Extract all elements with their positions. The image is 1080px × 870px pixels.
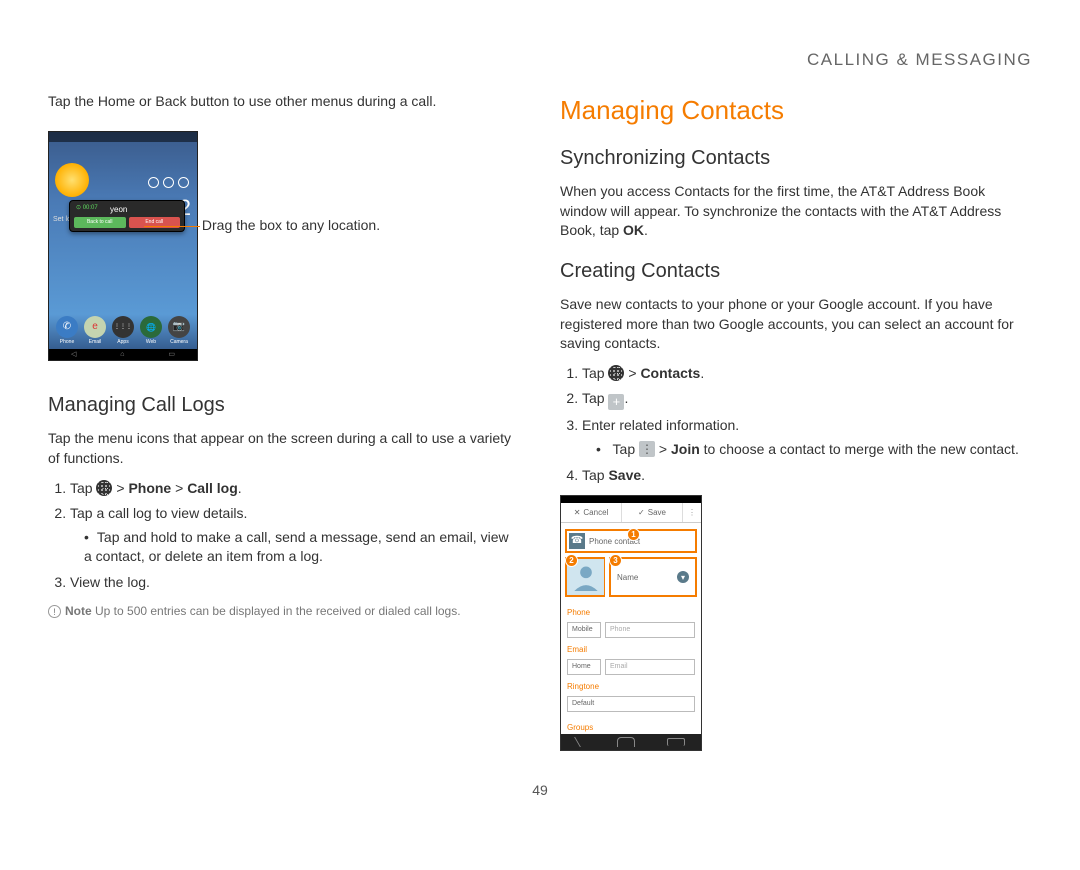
create-desc: Save new contacts to your phone or your … xyxy=(560,295,1032,354)
heading-managing-contacts: Managing Contacts xyxy=(560,92,1032,128)
cstep-4: Tap Save. xyxy=(582,466,1032,486)
nav-bar xyxy=(561,734,701,750)
email-type-dropdown: Home xyxy=(567,659,601,675)
apps-icon xyxy=(96,480,112,496)
phone-screenshot-new-contact: ✕ Cancel ✓ Save ⋮ 1 ☎ Phone contact 2 3 … xyxy=(560,495,702,751)
left-column: Tap the Home or Back button to use other… xyxy=(48,92,520,751)
contact-source-icon: ☎ xyxy=(569,533,585,549)
step-1: Tap > Phone > Call log. xyxy=(70,479,520,499)
note-call-logs: !Note Up to 500 entries can be displayed… xyxy=(48,603,520,620)
call-logs-steps: Tap > Phone > Call log. Tap a call log t… xyxy=(48,479,520,593)
plus-icon: + xyxy=(608,394,624,410)
menu-icon xyxy=(639,441,655,457)
phone-input: Phone xyxy=(605,622,695,638)
content-columns: Tap the Home or Back button to use other… xyxy=(48,92,1032,751)
name-field-label: Name xyxy=(617,572,638,583)
step-2a: Tap and hold to make a call, send a mess… xyxy=(84,528,520,567)
create-steps: Tap > Contacts. Tap +. Enter related inf… xyxy=(560,364,1032,485)
save-button: ✓ Save xyxy=(622,503,683,522)
heading-creating-contacts: Creating Contacts xyxy=(560,257,1032,285)
heading-sync-contacts: Synchronizing Contacts xyxy=(560,144,1032,172)
floating-call-box: ⊙ 00:07 yeon Back to call End call xyxy=(69,200,185,232)
expand-icon: ▾ xyxy=(677,571,689,583)
page-number: 49 xyxy=(48,781,1032,801)
home-icon xyxy=(617,737,635,747)
drag-caption: Drag the box to any location. xyxy=(202,216,380,236)
cancel-button: ✕ Cancel xyxy=(561,503,622,522)
email-input: Email xyxy=(605,659,695,675)
phone-type-dropdown: Mobile xyxy=(567,622,601,638)
apps-icon xyxy=(608,365,624,381)
recent-icon xyxy=(667,738,685,746)
cstep-2: Tap +. xyxy=(582,389,1032,410)
intro-text: Tap the Home or Back button to use other… xyxy=(48,92,520,112)
step-2: Tap a call log to view details. Tap and … xyxy=(70,504,520,567)
cstep-3: Enter related information. Tap > Join to… xyxy=(582,416,1032,459)
ringtone-field: Default xyxy=(567,696,695,712)
cstep-1: Tap > Contacts. xyxy=(582,364,1032,384)
heading-managing-call-logs: Managing Call Logs xyxy=(48,391,520,419)
note-icon: ! xyxy=(48,605,61,618)
back-icon xyxy=(574,737,588,747)
step-3: View the log. xyxy=(70,573,520,593)
phone-screenshot-callbox: 2 Set loc ⊙ 00:07 yeon Back to call End … xyxy=(48,131,198,361)
section-header: CALLING & MESSAGING xyxy=(48,48,1032,72)
right-column: Managing Contacts Synchronizing Contacts… xyxy=(560,92,1032,751)
cstep-3a: Tap > Join to choose a contact to merge … xyxy=(596,440,1032,460)
sync-desc: When you access Contacts for the first t… xyxy=(560,182,1032,241)
back-to-call-button: Back to call xyxy=(74,217,126,228)
call-logs-desc: Tap the menu icons that appear on the sc… xyxy=(48,429,520,468)
overflow-menu: ⋮ xyxy=(683,503,701,522)
